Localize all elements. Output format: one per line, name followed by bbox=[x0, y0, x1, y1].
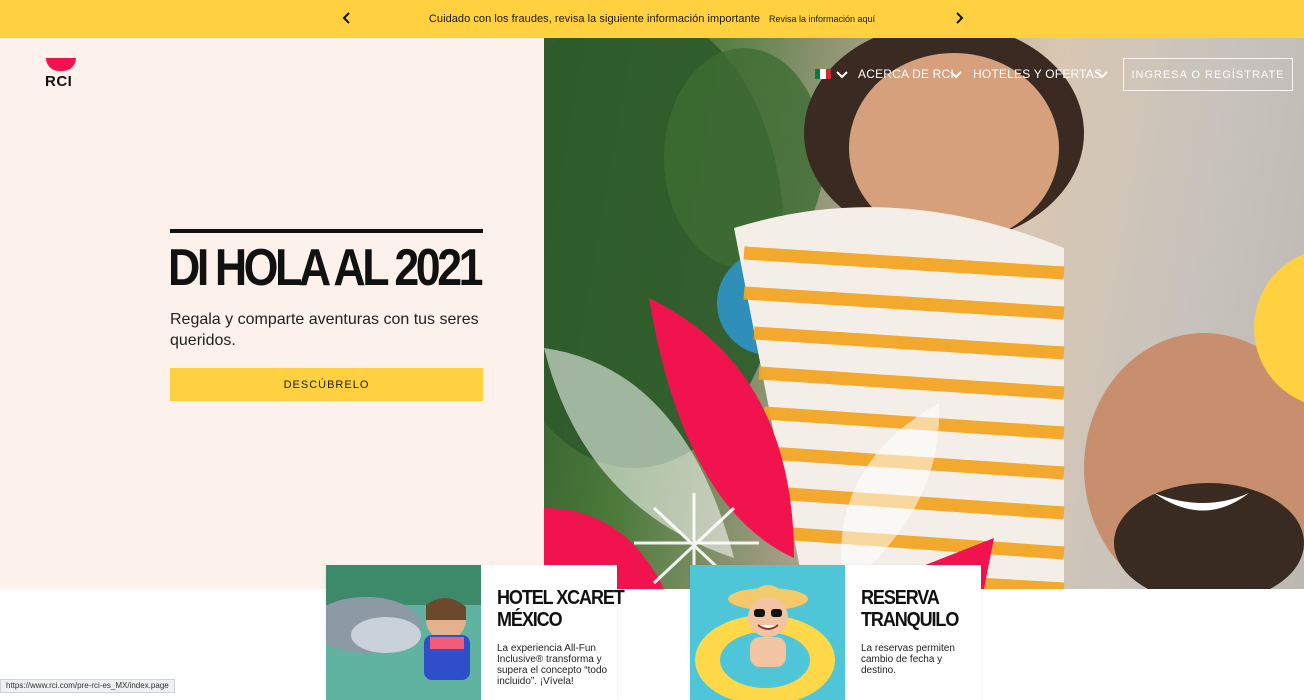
alert-message: Cuidado con los fraudes, revisa la sigui… bbox=[428, 13, 761, 25]
status-bar-url: https://www.rci.com/pre-rci-es_MX/index.… bbox=[0, 679, 175, 693]
alert-info-link[interactable]: Revisa la información aquí bbox=[769, 14, 875, 24]
card-content: HOTEL XCARET MÉXICO La experiencia All-F… bbox=[497, 587, 625, 687]
card-title-line2: MÉXICO bbox=[497, 609, 563, 631]
hero-subtitle: Regala y comparte aventuras con tus sere… bbox=[170, 311, 479, 349]
page: Cuidado con los fraudes, revisa la sigui… bbox=[0, 0, 1304, 700]
chevron-down-icon[interactable] bbox=[950, 71, 962, 79]
card-image-boy-pool bbox=[690, 565, 845, 700]
chevron-left-icon bbox=[342, 12, 350, 24]
card-description: La reservas permiten cambio de fecha y d… bbox=[861, 643, 955, 676]
card-image-dolphin bbox=[326, 565, 481, 700]
card-title-line1: HOTEL XCARET bbox=[497, 587, 625, 609]
card-title-line2: TRANQUILO bbox=[861, 609, 959, 631]
login-register-button[interactable]: INGRESA O REGÍSTRATE bbox=[1123, 58, 1293, 91]
chevron-down-icon[interactable] bbox=[836, 71, 848, 79]
main-nav: ACERCA DE RCI HOTELES Y OFERTAS INGRESA … bbox=[0, 58, 1304, 92]
promo-card-reserva[interactable]: RESERVA TRANQUILO La reservas permiten c… bbox=[690, 565, 981, 700]
mexico-flag-icon[interactable] bbox=[815, 69, 831, 79]
card-title-line1: RESERVA bbox=[861, 587, 940, 609]
chevron-down-icon[interactable] bbox=[1096, 71, 1108, 79]
hero-title: DI HOLA AL 2021 bbox=[168, 239, 483, 297]
hero-photo-illustration bbox=[544, 38, 1304, 589]
card-content: RESERVA TRANQUILO La reservas permiten c… bbox=[861, 587, 973, 676]
nav-about[interactable]: ACERCA DE RCI bbox=[858, 67, 954, 81]
card-description: La experiencia All-Fun Inclusive® transf… bbox=[497, 643, 608, 687]
alert-next-button[interactable] bbox=[948, 7, 970, 29]
hero-divider bbox=[170, 229, 483, 233]
alert-prev-button[interactable] bbox=[336, 7, 358, 29]
discover-button[interactable]: DESCÚBRELO bbox=[170, 368, 483, 401]
fraud-alert-bar: Cuidado con los fraudes, revisa la sigui… bbox=[0, 0, 1304, 38]
chevron-right-icon bbox=[956, 12, 964, 24]
nav-hotels-offers[interactable]: HOTELES Y OFERTAS bbox=[973, 67, 1102, 81]
promo-card-xcaret[interactable]: HOTEL XCARET MÉXICO La experiencia All-F… bbox=[326, 565, 625, 700]
hero-image bbox=[544, 38, 1304, 589]
